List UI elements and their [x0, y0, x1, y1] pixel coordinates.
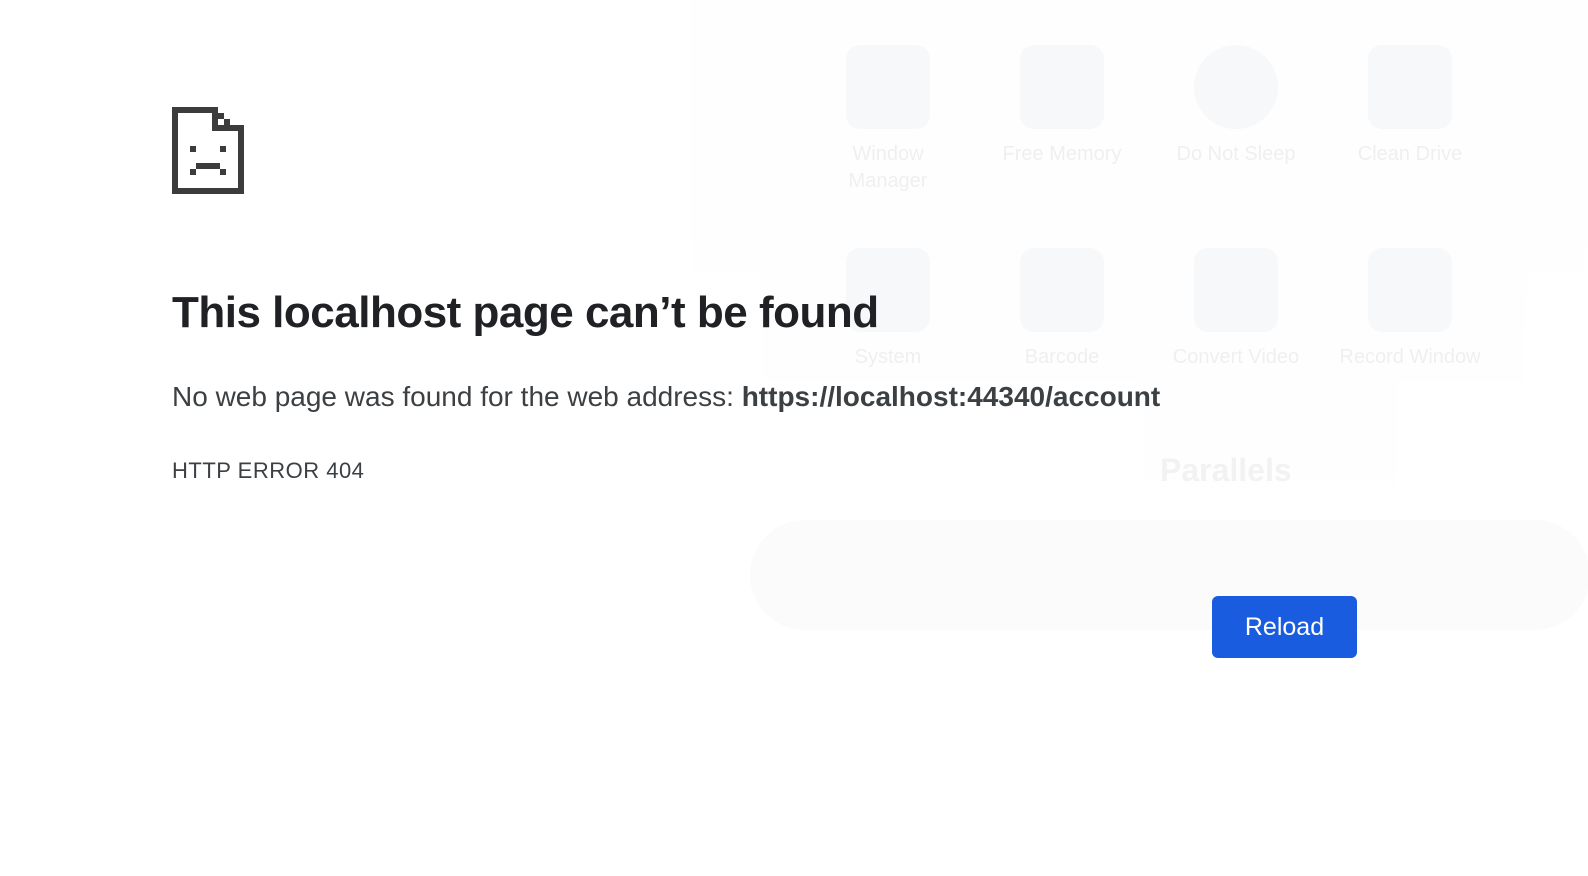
overlay-tile-record-window: Record Window — [1335, 248, 1485, 371]
overlay-tile-label: Convert Video — [1172, 346, 1300, 368]
overlay-tile-label: Window Manager — [848, 143, 928, 192]
overlay-blur — [750, 520, 1588, 630]
sleep-icon — [1194, 45, 1278, 129]
record-icon — [1368, 248, 1452, 332]
overlay-tile-label: Barcode — [1024, 346, 1100, 368]
memory-icon — [1020, 45, 1104, 129]
overlay-tile-label: Record Window — [1339, 346, 1481, 368]
overlay-tile-label: System — [854, 346, 922, 368]
clean-drive-icon — [1368, 45, 1452, 129]
overlay-tile-convert-video: Convert Video — [1161, 248, 1311, 371]
overlay-tile-window-manager: Window Manager — [813, 45, 963, 195]
parallels-brand: Parallels — [1160, 452, 1292, 488]
requested-url: https://localhost:44340/account — [741, 381, 1161, 412]
error-page: Window Manager Free Memory Do Not Sleep … — [0, 0, 1588, 876]
error-message-text: No web page was found for the web addres… — [172, 381, 742, 412]
error-code: HTTP ERROR 404 — [172, 458, 365, 483]
sad-document-icon — [172, 107, 244, 194]
overlay-tile-do-not-sleep: Do Not Sleep — [1161, 45, 1311, 168]
reload-button[interactable]: Reload — [1212, 596, 1357, 658]
overlay-tile-free-memory: Free Memory — [987, 45, 1137, 168]
overlay-tile-label: Clean Drive — [1357, 143, 1463, 165]
video-icon — [1194, 248, 1278, 332]
overlay-tile-clean-drive: Clean Drive — [1335, 45, 1485, 168]
page-title: This localhost page can’t be found — [172, 288, 879, 337]
overlay-tile-barcode: Barcode — [987, 248, 1137, 371]
barcode-icon — [1020, 248, 1104, 332]
overlay-tile-label: Free Memory — [1002, 143, 1122, 165]
window-manager-icon — [846, 45, 930, 129]
error-message: No web page was found for the web addres… — [172, 381, 1160, 413]
overlay-tile-label: Do Not Sleep — [1176, 143, 1296, 165]
overlay-panel — [690, 0, 1588, 500]
